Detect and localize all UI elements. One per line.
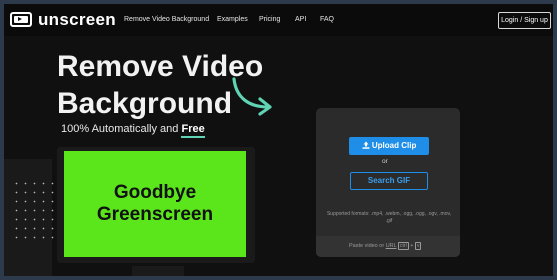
search-gif-button[interactable]: Search GIF [350, 172, 428, 190]
brand-name[interactable]: unscreen [38, 10, 116, 30]
dot-grid-decoration [12, 179, 60, 239]
upload-icon [362, 141, 370, 149]
login-signup-button[interactable]: Login / Sign up [498, 12, 551, 29]
preview-line2: Greenscreen [96, 204, 214, 225]
hero-subtitle: 100% Automatically and Free [61, 123, 205, 138]
key-v: v [414, 242, 422, 250]
key-plus: + [410, 243, 414, 249]
paste-url-link[interactable]: URL [386, 243, 397, 249]
top-nav: unscreen Remove Video Background Example… [4, 4, 553, 36]
subtitle-text: 100% Automatically and [61, 123, 182, 135]
paste-prefix: Paste video or [349, 243, 386, 249]
greenscreen-preview: Goodbye Greenscreen [64, 151, 246, 257]
app-frame: unscreen Remove Video Background Example… [4, 4, 553, 276]
upload-clip-label: Upload Clip [371, 141, 417, 150]
nav-link-pricing[interactable]: Pricing [259, 16, 280, 23]
or-separator: or [382, 158, 388, 165]
curved-arrow-icon [232, 77, 272, 116]
nav-link-examples[interactable]: Examples [217, 16, 248, 23]
subtitle-free: Free [181, 123, 205, 138]
supported-formats: Supported formats: .mp4, .webm, .ogg, .o… [326, 211, 452, 224]
nav-link-faq[interactable]: FAQ [320, 16, 334, 23]
monitor-stand [132, 266, 184, 276]
nav-link-api[interactable]: API [295, 16, 306, 23]
play-screen-icon[interactable] [10, 12, 32, 27]
preview-line1: Goodbye [113, 182, 197, 203]
upload-clip-button[interactable]: Upload Clip [349, 137, 429, 155]
paste-hint: Paste video or URL ctrl + v [349, 242, 422, 250]
nav-link-remove-video-background[interactable]: Remove Video Background [124, 16, 209, 23]
key-ctrl: ctrl [398, 242, 409, 250]
